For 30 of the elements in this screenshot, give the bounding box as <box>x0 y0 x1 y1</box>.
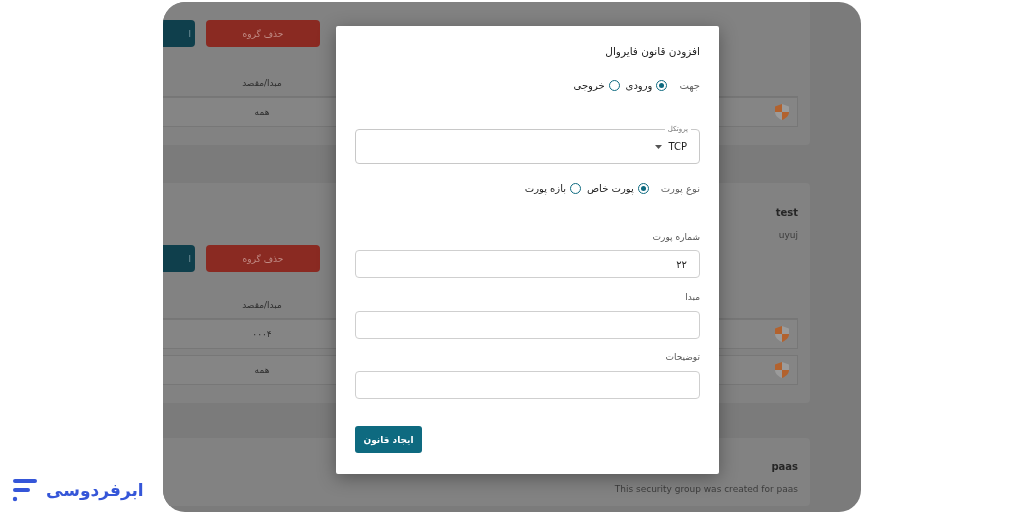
logo-text: ابرفردوسی <box>46 480 144 500</box>
radio-label[interactable]: خروجی <box>573 79 605 91</box>
table-cell-text: همه <box>253 107 271 117</box>
add-button[interactable]: ا <box>163 20 195 47</box>
input-field[interactable] <box>355 371 700 399</box>
field-label: توضیحات <box>664 351 700 363</box>
radio-label[interactable]: بازه پورت <box>524 182 566 194</box>
shield-icon <box>775 326 789 342</box>
radio-group-label: جهت <box>679 79 700 91</box>
input-field[interactable]: ۲۲ <box>355 250 700 278</box>
dialog-title: افزودن قانون فایروال <box>604 44 700 58</box>
radio-group-label: نوع پورت <box>660 182 700 194</box>
field-label: شماره پورت <box>651 231 700 243</box>
column-header: مبدا/مقصد <box>241 300 283 310</box>
field-label: مبدا <box>684 291 700 303</box>
card-description: This security group was created for paas <box>614 484 798 494</box>
table-cell-text: همه <box>253 365 271 375</box>
card-title: paas <box>770 461 798 472</box>
radio-label[interactable]: ورودی <box>625 79 653 91</box>
add-button[interactable]: ا <box>163 245 195 272</box>
table-cell-text: ۰۰۰۴ <box>251 329 273 339</box>
shield-icon <box>775 362 789 378</box>
logo-icon <box>12 478 38 502</box>
create-rule-button[interactable]: ایجاد قانون <box>355 426 422 453</box>
column-header: مبدا/مقصد <box>241 78 283 88</box>
radio-label[interactable]: پورت خاص <box>587 182 634 194</box>
card-title: test <box>775 207 798 218</box>
input-field[interactable] <box>355 311 700 339</box>
card-description: uyuj <box>777 230 798 240</box>
shield-icon <box>775 104 789 120</box>
